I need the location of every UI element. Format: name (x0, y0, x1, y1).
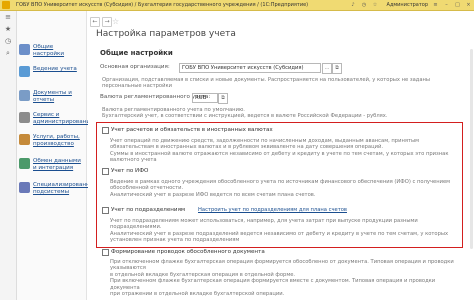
history-icon[interactable]: ◷ (361, 2, 368, 9)
minimize-icon[interactable]: – (443, 2, 450, 9)
sidebar-item-label: Сервис и администрирование (33, 112, 94, 125)
select-organization-button[interactable]: … (322, 63, 332, 74)
subsystems-icon (19, 182, 30, 193)
scrollbar[interactable] (470, 49, 473, 249)
page-title: Настройка параметров учета (96, 29, 236, 39)
user-name[interactable]: Администратор (387, 2, 428, 8)
history-clock-icon[interactable]: ◷ (0, 35, 16, 47)
sidebar-item-label: Обмен данными и интеграция (33, 158, 81, 171)
ifo-note: Ведение в рамках одного учреждения обосо… (110, 179, 451, 198)
bell-icon[interactable]: ♪ (350, 2, 357, 9)
ledger-icon (19, 66, 30, 77)
documents-icon (19, 90, 30, 101)
sidebar-item-label: Общие настройки (33, 44, 65, 57)
separate-postings-checkbox[interactable] (102, 249, 109, 256)
back-arrow-icon[interactable]: ← (90, 17, 100, 27)
sidebar-item-admin[interactable]: Сервис и администрирование (19, 112, 93, 126)
foreign-currency-label: Учет расчетов и обязательств в иностранн… (111, 127, 273, 133)
open-organization-button[interactable]: ⧉ (332, 63, 342, 74)
close-icon[interactable]: × (465, 2, 472, 9)
separate-postings-note: При отключенном флажке бухгалтерская опе… (110, 259, 454, 298)
exchange-icon (19, 158, 30, 169)
currency-note: Валюта регламентированного учета по умол… (102, 107, 388, 120)
org-label: Основная организация: (100, 64, 170, 70)
1c-logo-icon (2, 1, 10, 9)
configure-subdivisions-link[interactable]: Настроить учет по подразделениям для пла… (198, 207, 347, 213)
title-bar-controls: ♪ ◷ ☆ Администратор ≡ – □ × (350, 0, 472, 10)
star-icon[interactable]: ☆ (372, 2, 379, 9)
forward-arrow-icon[interactable]: → (102, 17, 112, 27)
favorite-star-icon[interactable]: ☆ (112, 17, 119, 26)
navigation-buttons: ← → (90, 17, 112, 27)
sections-sidebar: Общие настройки Ведение учета Документы … (17, 11, 98, 300)
open-currency-button[interactable]: ⧉ (218, 93, 228, 104)
favorites-star-icon[interactable]: ★ (0, 23, 16, 35)
subdivisions-checkbox[interactable] (102, 207, 109, 214)
panel-toolbar: ≡ ★ ◷ ⌕ (0, 11, 17, 300)
maximize-icon[interactable]: □ (454, 2, 461, 9)
sidebar-item-exchange[interactable]: Обмен данными и интеграция (19, 158, 85, 172)
sidebar-item-label: Услуги, работы, производство (33, 134, 80, 147)
ifo-checkbox[interactable] (102, 168, 109, 175)
organization-field[interactable]: ГОБУ ВПО Университет искусств (Субсидия) (179, 63, 321, 73)
sidebar-item-documents[interactable]: Документы и отчеты (19, 90, 85, 104)
subdivisions-label: Учет по подразделениям (111, 207, 186, 213)
title-bar: ГОБУ ВПО Университет искусств (Субсидия)… (0, 0, 474, 11)
ifo-label: Учет по ИФО (111, 168, 149, 174)
menu-icon[interactable]: ≡ (0, 11, 16, 23)
sidebar-item-general-settings[interactable]: Общие настройки (19, 44, 85, 58)
org-note: Организация, подставляемая в списки и но… (102, 77, 431, 90)
settings-icon (19, 44, 30, 55)
sidebar-item-accounting[interactable]: Ведение учета (19, 66, 85, 77)
separate-postings-label: Формирование проводок обособленного доку… (111, 249, 265, 255)
services-icon (19, 134, 30, 145)
search-icon[interactable]: ⌕ (0, 47, 16, 59)
sidebar-item-label: Документы и отчеты (33, 90, 72, 103)
sidebar-item-subsystems[interactable]: Специализированные подсистемы (19, 182, 98, 196)
admin-icon (19, 112, 30, 123)
foreign-currency-note: Учет операций по движению средств, задол… (110, 138, 449, 164)
section-title: Общие настройки (100, 49, 173, 57)
menu-icon[interactable]: ≡ (432, 2, 439, 9)
subdivisions-note: Учет по подразделениям может использоват… (110, 218, 449, 244)
window-title: ГОБУ ВПО Университет искусств (Субсидия)… (16, 2, 309, 8)
currency-field[interactable]: RUB (192, 93, 218, 103)
settings-form: ← → ☆ Настройка параметров учета Общие н… (88, 11, 474, 300)
foreign-currency-checkbox[interactable] (102, 127, 109, 134)
sidebar-item-services[interactable]: Услуги, работы, производство (19, 134, 85, 148)
sidebar-item-label: Ведение учета (33, 66, 77, 72)
